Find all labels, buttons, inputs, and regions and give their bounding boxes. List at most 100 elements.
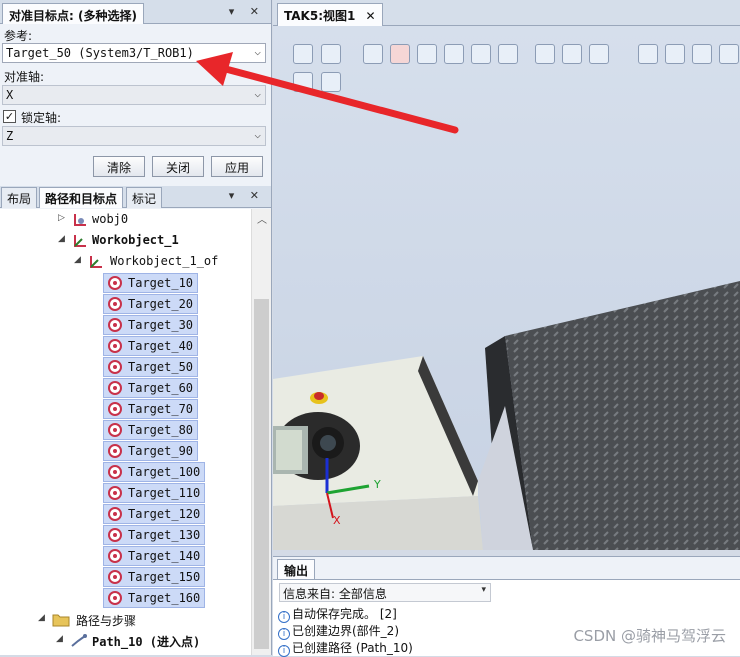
panel-controls[interactable]: ▾ ✕ [229,5,265,18]
target-icon [108,507,122,521]
target-icon [108,444,122,458]
chevron-down-icon[interactable]: ◢ [38,613,45,623]
target-label: Target_100 [128,465,201,479]
select-body-icon[interactable] [390,44,410,64]
output-message[interactable]: i 已创建路径 (Path_10) [278,639,413,657]
tree-item-target[interactable]: Target_60 [103,378,198,398]
chevron-down-icon[interactable]: ▾ [481,585,486,595]
select-mechanism-icon[interactable] [471,44,491,64]
chevron-down-icon[interactable]: ⌵ [254,128,261,141]
tree-item-label: Path_10 (进入点) [92,635,201,649]
view-all-icon[interactable] [293,44,313,64]
output-filter-select[interactable]: 信息来自: 全部信息 ▾ [279,583,491,602]
tree-item-label: wobj0 [92,212,129,226]
tree-item-target[interactable]: Target_140 [103,546,205,566]
object-tree: ▷ wobj0 ◢ Workobject_1 ◢ Workobject_1_of… [0,209,251,655]
select-part-icon[interactable] [417,44,437,64]
cursor-icon[interactable] [293,72,313,92]
select-target-icon[interactable] [498,44,518,64]
left-dock: 对准目标点: (多种选择) ▾ ✕ 参考: Target_50 (System3… [0,0,272,655]
tree-item-target[interactable]: Target_160 [103,588,205,608]
tree-scrollbar[interactable]: ︿ [251,209,271,655]
tree-item-target[interactable]: Target_120 [103,504,205,524]
target-label: Target_140 [128,549,201,563]
tree-item-target[interactable]: Target_40 [103,336,198,356]
tree-item-target[interactable]: Target_70 [103,399,198,419]
tree-item-label: Workobject_1 [92,233,179,247]
chevron-right-icon[interactable]: ▷ [58,213,65,223]
tab-paths-targets[interactable]: 路径和目标点 [39,187,124,208]
tree-item-label: Workobject_1_of [110,254,219,268]
output-filter-value: 信息来自: 全部信息 [283,587,387,601]
tab-view1[interactable]: TAK5:视图1 ✕ [277,3,383,26]
lock-axis-label: 锁定轴: [21,111,62,125]
measure-distance-icon[interactable] [692,44,712,64]
target-icon [108,339,122,353]
tree-item-target[interactable]: Target_30 [103,315,198,335]
measure-angle-icon[interactable] [719,44,739,64]
clear-button[interactable]: 清除 [93,156,145,177]
align-target-panel: 对准目标点: (多种选择) ▾ ✕ 参考: Target_50 (System3… [0,0,271,184]
fit-view-icon[interactable] [321,44,341,64]
workobject-icon [74,214,86,226]
target-label: Target_70 [128,402,194,416]
target-icon [108,276,122,290]
tree-item-target[interactable]: Target_100 [103,462,205,482]
lock-axis-combo[interactable]: Z ⌵ [2,126,266,146]
chevron-down-icon[interactable]: ◢ [56,634,63,644]
target-label: Target_40 [128,339,194,353]
apply-button[interactable]: 应用 [211,156,263,177]
output-panel: 输出 信息来自: 全部信息 ▾ i 自动保存完成。 [2] i 已创建边界(部件_2… [273,556,740,657]
target-icon [108,318,122,332]
output-message[interactable]: i 自动保存完成。 [2] [278,605,397,623]
close-icon[interactable]: ✕ [366,9,376,23]
target-icon [108,423,122,437]
axis-x-label: X [333,514,341,527]
tab-output[interactable]: 输出 [277,559,316,579]
target-icon [108,465,122,479]
align-axis-combo[interactable]: X ⌵ [2,85,266,105]
target-label: Target_30 [128,318,194,332]
folder-icon [52,614,70,627]
tree-item-target[interactable]: Target_110 [103,483,205,503]
tree-item-target[interactable]: Target_10 [103,273,198,293]
chevron-down-icon[interactable]: ⌵ [254,45,261,58]
chevron-down-icon[interactable]: ⌵ [254,87,261,100]
scrollbar-thumb[interactable] [254,299,269,649]
chevron-down-icon[interactable]: ◢ [58,234,65,244]
tab-tags[interactable]: 标记 [126,187,163,208]
snap-grid-icon[interactable] [638,44,658,64]
output-message[interactable]: i 已创建边界(部件_2) [278,622,399,640]
snap-midpoint-icon[interactable] [589,44,609,64]
chevron-down-icon[interactable]: ◢ [74,255,81,265]
tab-layout[interactable]: 布局 [1,187,38,208]
snap-object-icon[interactable] [535,44,555,64]
target-icon [108,297,122,311]
tree-item-target[interactable]: Target_20 [103,294,198,314]
tree-item-target[interactable]: Target_80 [103,420,198,440]
snap-center-icon[interactable] [562,44,582,64]
tree-item-target[interactable]: Target_130 [103,525,205,545]
target-icon [108,528,122,542]
align-axis-value: X [6,88,14,102]
paths-targets-browser: 布局 路径和目标点 标记 ▾ ✕ ▷ wobj0 ◢ Workobject_1 [0,186,271,655]
select-curve-icon[interactable] [363,44,383,64]
panel-controls[interactable]: ▾ ✕ [229,189,265,202]
3d-viewport[interactable]: Y X [273,26,740,550]
target-icon [108,570,122,584]
target-icon [108,360,122,374]
target-icon [108,549,122,563]
chevron-up-icon[interactable]: ︿ [257,211,267,226]
select-group-icon[interactable] [444,44,464,64]
path-icon [71,634,87,647]
reference-combo[interactable]: Target_50 (System3/T_ROB1) ⌵ [2,43,266,63]
info-icon: i [278,645,290,657]
tree-item-target[interactable]: Target_50 [103,357,198,377]
tree-item-target[interactable]: Target_150 [103,567,205,587]
close-button[interactable]: 关闭 [152,156,204,177]
lock-axis-checkbox[interactable]: ✓ [3,110,16,123]
snap-circle-icon[interactable] [665,44,685,64]
tree-item-target[interactable]: Target_90 [103,441,198,461]
target-label: Target_150 [128,570,201,584]
stop-icon[interactable] [321,72,341,92]
